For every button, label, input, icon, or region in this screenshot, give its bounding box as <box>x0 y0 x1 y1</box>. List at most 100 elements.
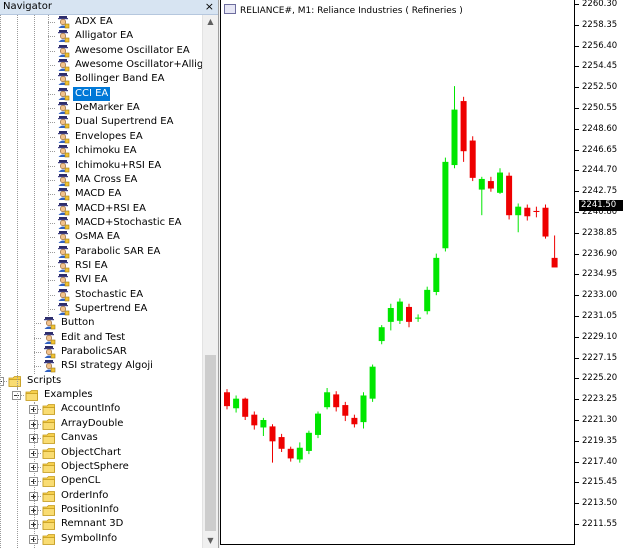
bearish-candle <box>542 207 549 237</box>
tree-item-label: CCI EA <box>73 86 111 101</box>
tree-item-label: Parabolic SAR EA <box>75 245 161 257</box>
bullish-candle <box>451 109 458 166</box>
tree-connector <box>48 222 55 224</box>
scrollbar-thumb[interactable] <box>205 355 216 531</box>
navigator-title-bar: Navigator × <box>0 0 218 15</box>
price-tick <box>575 336 579 338</box>
tree-connector <box>48 93 55 95</box>
navigator-title: Navigator <box>3 1 52 12</box>
chart-plot-area[interactable]: RELIANCE#, M1: Reliance Industries ( Ref… <box>220 0 575 545</box>
tree-item-label: Ichimoku EA <box>75 145 137 157</box>
price-tick <box>575 482 579 484</box>
expert-advisor-icon <box>56 302 70 316</box>
navigator-scrollbar[interactable]: ▲ ▼ <box>202 15 218 548</box>
tree-item-label: ArrayDouble <box>61 417 124 429</box>
chart-window[interactable]: RELIANCE#, M1: Reliance Industries ( Ref… <box>220 0 624 548</box>
scroll-down-icon[interactable]: ▼ <box>203 534 218 548</box>
bearish-candle <box>269 426 276 442</box>
expert-advisor-icon <box>58 188 70 201</box>
close-icon[interactable]: × <box>205 0 214 14</box>
price-tick <box>575 378 579 380</box>
bullish-candle <box>442 161 449 249</box>
tree-connector <box>48 65 55 67</box>
scroll-up-icon[interactable]: ▲ <box>203 15 218 29</box>
folder-icon <box>25 388 39 402</box>
bullish-candle <box>324 392 331 408</box>
tree-connector <box>34 352 41 354</box>
expert-advisor-icon <box>56 230 70 244</box>
expert-advisor-icon <box>58 202 70 215</box>
chart-title-text: RELIANCE#, M1: Reliance Industries ( Ref… <box>240 6 463 16</box>
tree-guide-line <box>48 15 49 317</box>
bullish-candle <box>387 308 394 322</box>
expert-advisor-icon <box>56 58 70 72</box>
expert-advisor-icon <box>58 30 70 43</box>
price-tick <box>575 399 579 401</box>
tree-connector <box>48 194 55 196</box>
tree-connector <box>48 179 55 181</box>
tree-connector <box>48 151 55 153</box>
price-tick-label: 2256.40 <box>582 40 618 51</box>
chart-window-icon <box>224 4 236 14</box>
price-tick-label: 2248.60 <box>582 123 618 134</box>
bullish-candle <box>260 420 267 428</box>
tree-connector <box>48 265 55 267</box>
tree-connector <box>48 294 55 296</box>
price-tick-label: 2250.55 <box>582 103 618 113</box>
folder-icon <box>42 461 55 473</box>
expert-advisor-icon <box>42 359 56 373</box>
expert-advisor-icon <box>58 59 70 72</box>
price-tick-label: 2213.50 <box>582 498 618 509</box>
price-tick <box>575 295 579 297</box>
folder-icon <box>42 519 55 531</box>
tree-connector <box>34 366 41 368</box>
price-tick <box>575 149 579 151</box>
expert-advisor-icon <box>56 273 70 287</box>
bearish-candle <box>406 306 412 322</box>
folder-icon <box>42 532 56 546</box>
tree-guide-line <box>34 15 35 374</box>
expert-advisor-icon <box>56 87 70 101</box>
price-tick-label: 2260.30 <box>582 0 618 9</box>
price-tick-label: 2258.35 <box>582 19 618 30</box>
expert-advisor-icon <box>58 159 70 172</box>
expert-advisor-icon <box>56 115 70 129</box>
price-tick <box>575 87 579 89</box>
tree-connector <box>48 108 55 110</box>
tree-guide-line <box>34 402 35 548</box>
price-tick-label: 2223.25 <box>582 394 618 405</box>
tree-item-label: MACD+RSI EA <box>75 202 146 214</box>
price-tick-label: 2236.90 <box>582 248 618 259</box>
price-tick-label: 2242.75 <box>582 186 618 197</box>
bullish-candle <box>369 366 376 399</box>
price-tick <box>575 420 579 421</box>
folder-icon <box>42 446 56 460</box>
folder-icon <box>42 418 55 430</box>
tree-item-label: MACD+Stochastic EA <box>75 216 182 228</box>
bullish-candle <box>296 447 303 460</box>
price-axis[interactable]: 2260.30 2258.35 2256.40 2254.45 2252.50 2250.… <box>575 0 624 548</box>
folder-icon <box>42 503 56 517</box>
price-tick-label: 2244.70 <box>582 165 618 176</box>
tree-connector <box>48 280 55 282</box>
price-tick-label: 2225.20 <box>582 373 618 384</box>
bullish-candle <box>415 317 422 319</box>
current-price-label: 2241.50 <box>579 199 623 211</box>
tree-item-label: Edit and Test <box>61 331 126 343</box>
bearish-candle <box>342 405 349 416</box>
bearish-candle <box>506 175 513 216</box>
expert-advisor-icon <box>56 144 70 158</box>
tree-item-label: ObjectSphere <box>61 460 129 472</box>
expert-advisor-icon <box>58 73 70 86</box>
price-tick-label: 2231.05 <box>582 311 618 321</box>
tree-connector <box>48 165 55 167</box>
bullish-candle <box>478 178 485 190</box>
bearish-candle <box>351 417 358 425</box>
expert-advisor-icon <box>56 187 70 201</box>
tree-item-label: Supertrend EA <box>75 303 148 314</box>
bearish-candle <box>278 437 285 449</box>
tree-item-label: SymbolInfo <box>61 532 118 544</box>
tree-connector <box>48 50 55 52</box>
price-tick <box>575 191 579 193</box>
tree-connector <box>48 251 55 253</box>
